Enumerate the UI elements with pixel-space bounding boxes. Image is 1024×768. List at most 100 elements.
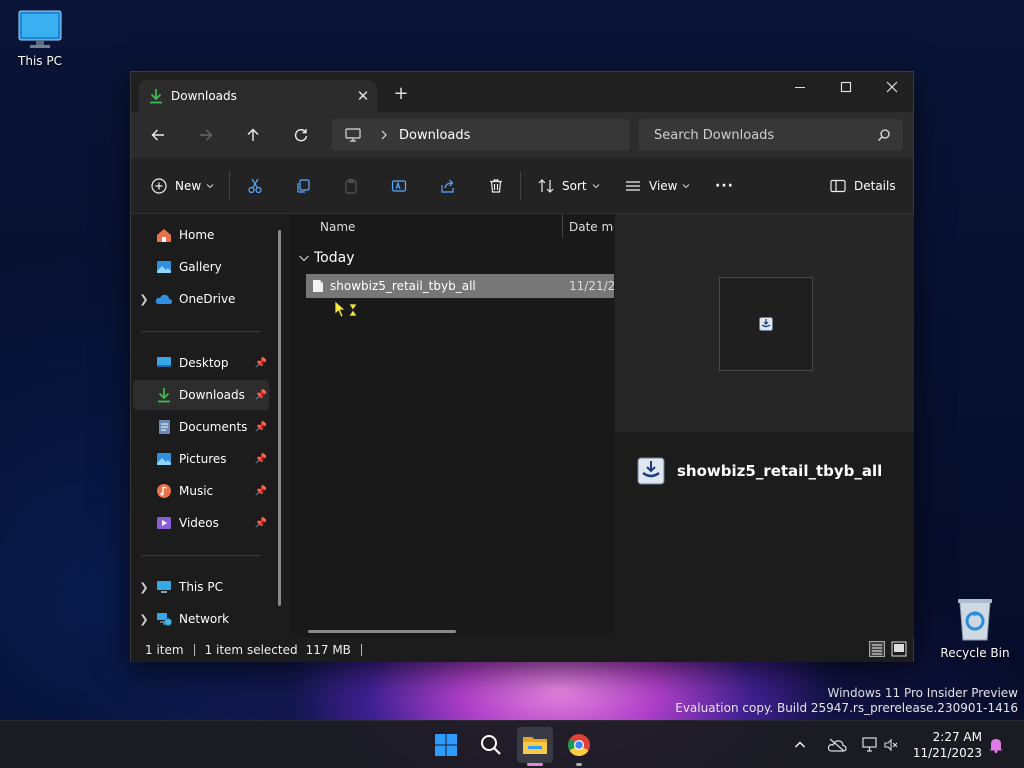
group-header-today[interactable]: Today	[298, 250, 355, 266]
trash-icon	[490, 179, 502, 193]
details-label: Details	[854, 179, 896, 193]
rename-button[interactable]	[391, 172, 407, 200]
sidebar-item-downloads[interactable]: Downloads 📌	[133, 380, 269, 410]
desktop-icon-recycle-bin[interactable]: Recycle Bin	[935, 596, 1015, 660]
sidebar-item-videos[interactable]: Videos 📌	[133, 508, 269, 538]
list-view-icon	[626, 181, 640, 191]
watermark-line-2: Evaluation copy. Build 25947.rs_prerelea…	[675, 701, 1018, 715]
new-button[interactable]: New	[151, 172, 215, 200]
refresh-button[interactable]	[286, 121, 316, 149]
delete-button[interactable]	[488, 172, 504, 200]
chevron-right-icon[interactable]: ❯	[133, 293, 155, 306]
network-volume-tray-button[interactable]	[858, 727, 902, 763]
minimize-button[interactable]	[777, 72, 823, 102]
plus-circle-icon	[151, 178, 167, 194]
more-options-button[interactable]: ···	[715, 172, 734, 200]
sidebar-scrollbar[interactable]	[278, 230, 281, 606]
download-icon	[150, 89, 162, 104]
back-button[interactable]	[143, 121, 173, 149]
file-row[interactable]: showbiz5_retail_tbyb_all 11/21/20	[306, 274, 614, 298]
chrome-icon	[568, 734, 590, 756]
column-header-date[interactable]: Date mo	[569, 220, 614, 234]
search-input[interactable]: Search Downloads	[654, 128, 877, 143]
pin-icon[interactable]: 📌	[255, 422, 267, 433]
sort-button[interactable]: Sort	[538, 172, 601, 200]
horizontal-scrollbar[interactable]	[308, 630, 456, 633]
file-explorer-window: Downloads ✕ + Downloads Search Downloads…	[130, 71, 914, 662]
pin-icon[interactable]: 📌	[255, 486, 267, 497]
close-window-button[interactable]	[869, 72, 915, 102]
show-hidden-icons-button[interactable]	[788, 727, 812, 763]
title-bar: Downloads ✕ +	[131, 72, 913, 112]
view-button[interactable]: View	[625, 172, 691, 200]
copy-button[interactable]	[295, 172, 311, 200]
search-taskbar-button[interactable]	[473, 727, 509, 763]
pin-icon[interactable]: 📌	[255, 518, 267, 529]
music-icon	[157, 484, 171, 498]
sidebar-divider	[141, 555, 261, 556]
minimize-icon	[795, 87, 805, 88]
sidebar-item-music[interactable]: Music 📌	[133, 476, 269, 506]
sidebar-item-label: Network	[179, 612, 230, 626]
status-item-count: 1 item	[145, 642, 184, 657]
installer-icon	[637, 457, 665, 485]
sidebar-item-home[interactable]: Home	[133, 220, 269, 250]
column-header-name[interactable]: Name	[320, 220, 355, 234]
pin-icon[interactable]: 📌	[255, 454, 267, 465]
pin-icon[interactable]: 📌	[255, 358, 267, 369]
cloud-offline-icon	[827, 738, 847, 752]
maximize-button[interactable]	[823, 72, 869, 102]
details-button[interactable]: Details	[830, 172, 896, 200]
maximize-icon	[840, 81, 852, 93]
recycle-bin-icon	[958, 599, 992, 641]
toolbar-separator	[520, 172, 521, 200]
onedrive-tray-button[interactable]	[822, 727, 852, 763]
system-clock[interactable]: 2:27 AM 11/21/2023	[913, 729, 982, 761]
chevron-up-icon	[795, 741, 805, 748]
pin-icon[interactable]: 📌	[255, 390, 267, 401]
sidebar-item-desktop[interactable]: Desktop 📌	[133, 348, 269, 378]
tiles-view-toggle[interactable]	[891, 641, 907, 660]
desktop-icon-this-pc[interactable]: This PC	[0, 10, 80, 68]
sidebar-item-label: Desktop	[179, 356, 229, 370]
chrome-taskbar-button[interactable]	[561, 727, 597, 766]
new-tab-button[interactable]: +	[391, 83, 411, 104]
chevron-right-icon[interactable]: ❯	[133, 581, 155, 594]
file-explorer-taskbar-button[interactable]	[517, 727, 553, 766]
sidebar-item-gallery[interactable]: Gallery	[133, 252, 269, 282]
chevron-right-icon[interactable]: ❯	[133, 613, 155, 626]
chevron-right-icon	[381, 130, 387, 140]
desktop-icon-label: Recycle Bin	[940, 646, 1010, 660]
new-label: New	[175, 179, 202, 193]
gallery-icon	[157, 261, 171, 273]
share-icon	[441, 179, 454, 193]
sidebar-item-label: Documents	[179, 420, 248, 434]
status-selection: 1 item selected	[204, 642, 298, 657]
sidebar-divider	[141, 331, 261, 332]
file-date: 11/21/20	[569, 279, 614, 293]
sidebar-item-network[interactable]: ❯ Network	[133, 604, 269, 634]
search-box[interactable]: Search Downloads	[639, 119, 903, 151]
column-divider[interactable]	[562, 214, 563, 238]
address-bar[interactable]: Downloads	[332, 119, 630, 151]
status-separator	[193, 643, 195, 656]
notifications-button[interactable]	[984, 727, 1008, 763]
sidebar-item-onedrive[interactable]: ❯ OneDrive	[133, 284, 269, 314]
cut-button[interactable]	[247, 172, 263, 200]
forward-button[interactable]	[191, 121, 221, 149]
up-button[interactable]	[238, 121, 268, 149]
sidebar-item-documents[interactable]: Documents 📌	[133, 412, 269, 442]
running-app-indicator	[576, 763, 582, 766]
sidebar-item-pictures[interactable]: Pictures 📌	[133, 444, 269, 474]
share-button[interactable]	[440, 172, 456, 200]
details-view-toggle[interactable]	[869, 641, 885, 660]
sidebar-item-this-pc[interactable]: ❯ This PC	[133, 572, 269, 602]
search-icon	[481, 735, 501, 755]
chevron-down-icon	[592, 184, 599, 189]
preview-file-name: showbiz5_retail_tbyb_all	[677, 462, 883, 480]
close-tab-icon[interactable]: ✕	[349, 87, 377, 105]
paste-button[interactable]	[343, 172, 359, 200]
start-button[interactable]	[428, 727, 464, 763]
rename-icon	[391, 180, 407, 192]
tab-downloads[interactable]: Downloads ✕	[139, 80, 377, 112]
